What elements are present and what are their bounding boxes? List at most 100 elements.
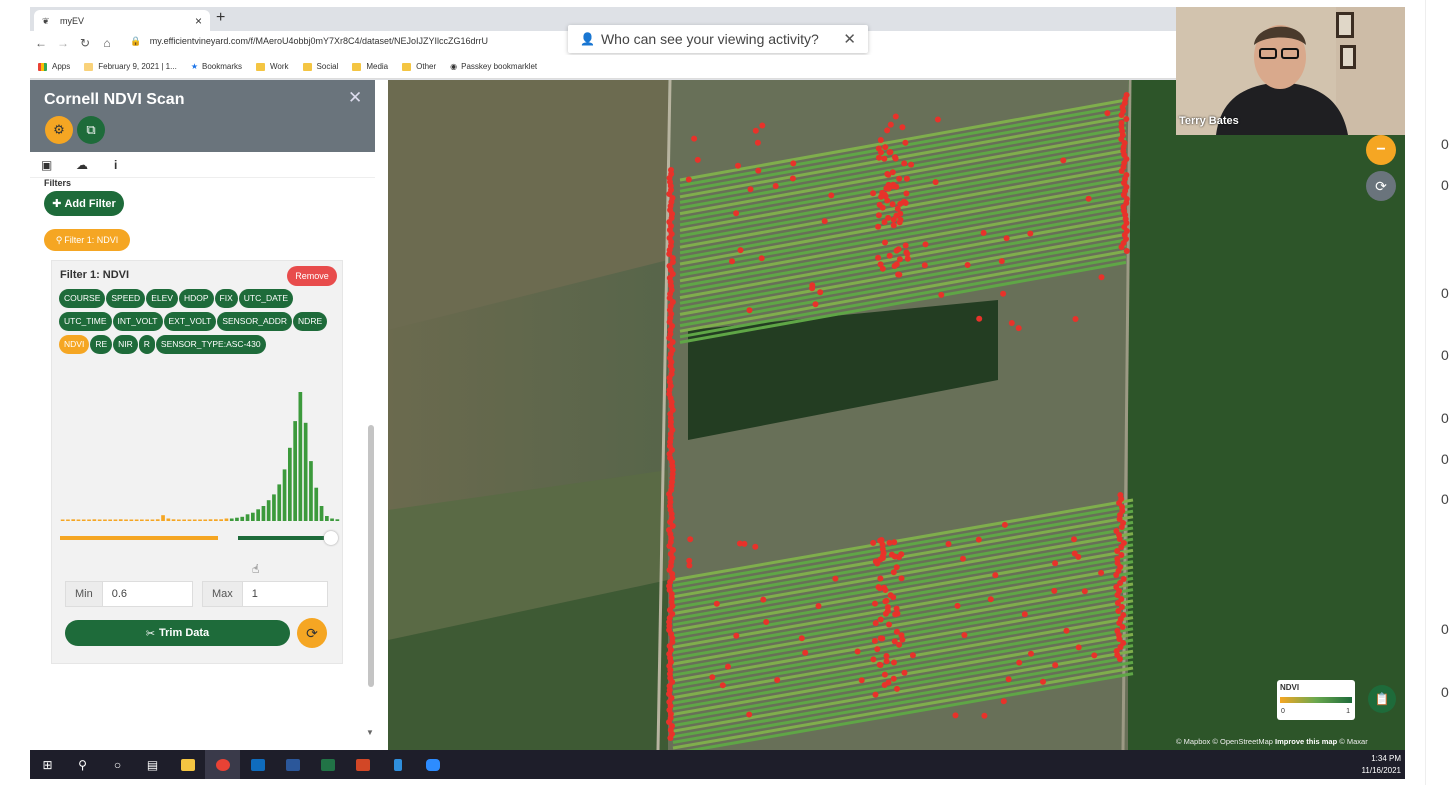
attribute-button-nir[interactable]: NIR — [113, 335, 138, 354]
low-ndvi-point — [884, 127, 891, 134]
low-ndvi-point — [886, 539, 893, 546]
scroll-down-arrow-icon[interactable]: ▼ — [366, 728, 374, 737]
low-ndvi-point — [892, 113, 899, 120]
histogram-bar — [192, 519, 197, 521]
cortana-icon[interactable]: ○ — [100, 750, 135, 779]
histogram-bar — [224, 518, 229, 521]
histogram-bar — [150, 519, 155, 521]
histogram-bar — [288, 447, 292, 521]
windows-start-icon[interactable]: ⊞ — [30, 750, 65, 779]
attribute-button-int-volt[interactable]: INT_VOLT — [112, 312, 163, 331]
bookmark-date[interactable]: February 9, 2021 | 1... — [84, 62, 177, 71]
low-ndvi-point — [1104, 110, 1111, 117]
satellite-map[interactable]: − ⟳ NDVI 0 1 📋 © Mapbox © OpenStreetMap … — [388, 80, 1405, 750]
attribute-button-course[interactable]: COURSE — [59, 289, 106, 308]
trim-data-button[interactable]: ✂ Trim Data — [65, 620, 290, 646]
tab-close-icon[interactable]: × — [195, 14, 202, 28]
bookmark-bookmarks[interactable]: ★ Bookmarks — [191, 62, 242, 71]
attribute-button-hdop[interactable]: HDOP — [178, 289, 214, 308]
attribute-button-sensor-type-asc-430[interactable]: SENSOR_TYPE:ASC-430 — [155, 335, 266, 354]
low-ndvi-point — [754, 139, 761, 146]
reload-icon[interactable]: ↻ — [74, 36, 96, 50]
browser-tab[interactable]: ❦ myEV × — [34, 10, 210, 31]
divider — [1425, 0, 1426, 785]
min-input[interactable]: 0.6 — [103, 582, 136, 606]
low-ndvi-point — [877, 537, 884, 544]
histogram-bar — [81, 519, 86, 521]
low-ndvi-point — [952, 712, 959, 719]
phone-app-icon[interactable] — [380, 750, 415, 779]
outlook-icon[interactable] — [240, 750, 275, 779]
zoom-out-button[interactable]: − — [1366, 135, 1396, 165]
close-icon[interactable]: ✕ — [348, 88, 362, 108]
refresh-button[interactable]: ⟳ — [297, 618, 327, 648]
low-ndvi-point — [976, 315, 983, 322]
reset-icon: ⟳ — [1375, 177, 1387, 194]
attribute-button-sensor-addr[interactable]: SENSOR_ADDR — [217, 312, 293, 331]
min-field[interactable]: Min 0.6 — [65, 581, 193, 607]
attribute-button-fix[interactable]: FIX — [214, 289, 238, 308]
file-explorer-icon[interactable] — [170, 750, 205, 779]
reset-view-button[interactable]: ⟳ — [1366, 171, 1396, 201]
filter-chip[interactable]: ⚲ Filter 1: NDVI — [44, 229, 130, 251]
histogram-bar — [293, 421, 297, 521]
tab-cloud-icon[interactable]: ☁ — [76, 158, 88, 172]
attribute-button-ext-volt[interactable]: EXT_VOLT — [163, 312, 217, 331]
attribute-button-ndre[interactable]: NDRE — [293, 312, 328, 331]
low-ndvi-point — [1098, 274, 1105, 281]
word-icon[interactable] — [275, 750, 310, 779]
clipboard-button[interactable]: 📋 — [1368, 685, 1396, 713]
histogram-bar — [219, 519, 223, 521]
low-ndvi-point — [725, 663, 731, 670]
bookmark-social[interactable]: Social — [302, 62, 338, 71]
low-ndvi-point — [1015, 325, 1022, 332]
popup-close-icon[interactable]: ✕ — [843, 30, 856, 48]
attribute-button-re[interactable]: RE — [90, 335, 113, 354]
min-label: Min — [66, 582, 103, 606]
low-ndvi-point — [872, 558, 879, 565]
tab-list-icon[interactable]: ▣ — [41, 158, 52, 172]
panel-scrollbar[interactable] — [368, 425, 374, 687]
max-field[interactable]: Max 1 — [202, 581, 328, 607]
copy-button[interactable]: ⧉ — [77, 116, 105, 144]
back-arrow-icon[interactable]: ← — [30, 36, 52, 50]
attribute-button-ndvi[interactable]: NDVI — [59, 335, 90, 354]
bookmark-media[interactable]: Media — [352, 62, 388, 71]
tab-info-icon[interactable]: i — [114, 158, 117, 172]
histogram-bar — [282, 469, 287, 521]
attribute-button-utc-time[interactable]: UTC_TIME — [59, 312, 112, 331]
improve-map-link[interactable]: Improve this map — [1275, 737, 1337, 746]
attribute-button-speed[interactable]: SPEED — [106, 289, 146, 308]
home-icon[interactable]: ⌂ — [96, 36, 118, 50]
low-ndvi-point — [897, 216, 904, 223]
address-bar[interactable]: 🔒 my.efficientvineyard.com/f/MAeroU4obbj… — [130, 36, 488, 47]
legend-min: 0 — [1281, 708, 1285, 715]
task-view-icon[interactable]: ▤ — [135, 750, 170, 779]
low-ndvi-point — [713, 600, 720, 607]
histogram-bar — [76, 519, 81, 521]
forward-arrow-icon[interactable]: → — [52, 36, 74, 50]
bookmark-passkey[interactable]: ◉ Passkey bookmarklet — [450, 62, 537, 71]
bookmark-apps[interactable]: Apps — [38, 62, 70, 71]
remove-button[interactable]: Remove — [287, 266, 337, 286]
bookmark-work[interactable]: Work — [256, 62, 289, 71]
chrome-icon[interactable] — [205, 750, 240, 779]
attribute-button-r[interactable]: R — [138, 335, 155, 354]
excel-icon[interactable] — [310, 750, 345, 779]
search-icon[interactable]: ⚲ — [65, 750, 100, 779]
zoom-icon[interactable] — [415, 750, 450, 779]
max-input[interactable]: 1 — [243, 582, 267, 606]
globe-icon: ◉ — [450, 62, 458, 71]
powerpoint-icon[interactable] — [345, 750, 380, 779]
settings-button[interactable]: ⚙ — [45, 116, 73, 144]
attribute-button-utc-date[interactable]: UTC_DATE — [238, 289, 293, 308]
slider-max-handle[interactable] — [324, 531, 338, 545]
attribute-button-elev[interactable]: ELEV — [146, 289, 178, 308]
range-slider[interactable] — [60, 531, 338, 545]
add-filter-button[interactable]: ✚ Add Filter — [44, 191, 124, 216]
max-label: Max — [203, 582, 243, 606]
bookmark-other[interactable]: Other — [402, 62, 436, 71]
taskbar-clock[interactable]: 1:34 PM 11/16/2021 — [1362, 753, 1401, 777]
low-ndvi-point — [694, 156, 701, 163]
new-tab-icon[interactable]: + — [216, 9, 225, 27]
